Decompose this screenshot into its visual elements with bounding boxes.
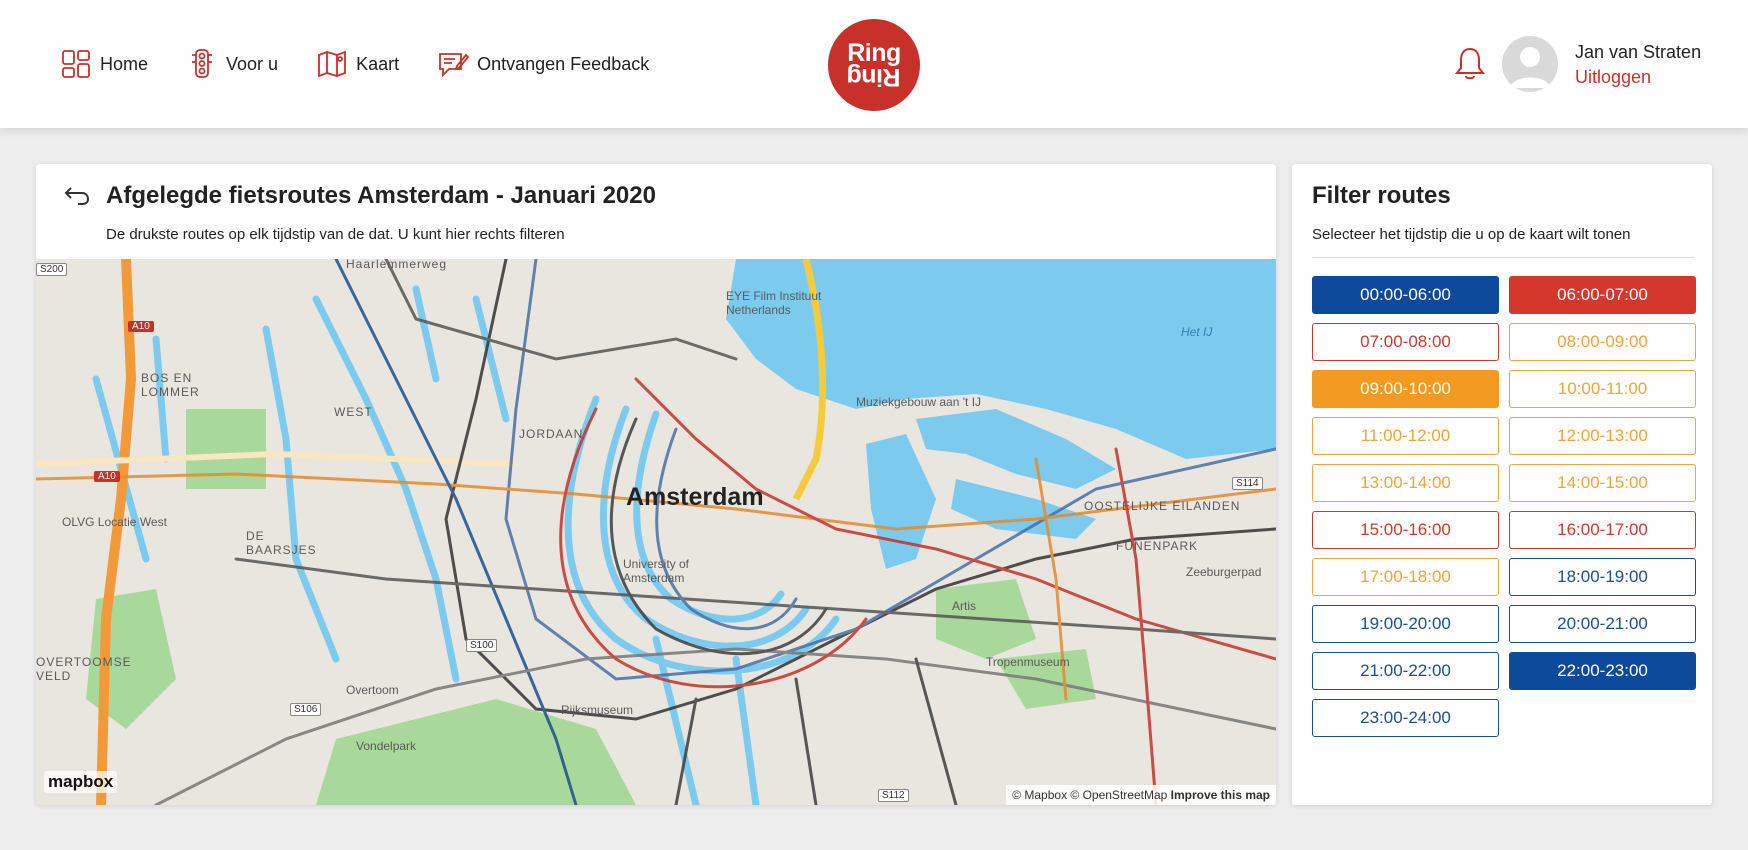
- attribution-text[interactable]: © Mapbox © OpenStreetMap: [1012, 788, 1167, 802]
- logo-text-bottom: Ring: [847, 63, 901, 91]
- time-slot-button[interactable]: 16:00-17:00: [1509, 511, 1696, 549]
- time-slot-button[interactable]: 20:00-21:00: [1509, 605, 1696, 643]
- time-slot-button[interactable]: 12:00-13:00: [1509, 417, 1696, 455]
- nav-item-home[interactable]: Home: [60, 48, 148, 80]
- ringring-logo[interactable]: Ring Ring: [828, 19, 920, 111]
- time-slot-button[interactable]: 15:00-16:00: [1312, 511, 1499, 549]
- user-info: Jan van Straten Uitloggen: [1575, 42, 1701, 88]
- time-slot-button[interactable]: 07:00-08:00: [1312, 323, 1499, 361]
- avatar[interactable]: [1502, 36, 1558, 92]
- filter-divider: [1312, 257, 1694, 258]
- time-slot-button[interactable]: 14:00-15:00: [1509, 464, 1696, 502]
- map-label-rijksmuseum: Rijksmuseum: [561, 703, 634, 717]
- map-canvas[interactable]: [36, 259, 1276, 805]
- nav-item-voor-u[interactable]: Voor u: [186, 48, 278, 80]
- time-slot-button[interactable]: 17:00-18:00: [1312, 558, 1499, 596]
- page-subtitle: De drukste routes op elk tijdstip van de…: [106, 226, 565, 243]
- mapbox-logo[interactable]: mapbox: [44, 771, 118, 793]
- time-slot-button[interactable]: 23:00-24:00: [1312, 699, 1499, 737]
- time-slot-button[interactable]: 19:00-20:00: [1312, 605, 1499, 643]
- user-name: Jan van Straten: [1575, 42, 1702, 62]
- time-slot-button[interactable]: 06:00-07:00: [1509, 276, 1696, 314]
- page-title: Afgelegde fietsroutes Amsterdam - Januar…: [106, 182, 656, 209]
- time-slot-button[interactable]: 13:00-14:00: [1312, 464, 1499, 502]
- time-slot-button[interactable]: 10:00-11:00: [1509, 370, 1696, 408]
- road-shield-s200: S200: [36, 263, 68, 276]
- map-label-artis: Artis: [952, 599, 976, 613]
- bell-icon[interactable]: [1454, 46, 1486, 82]
- map-label-overtoomse-veld: OVERTOOMSE VELD: [36, 655, 132, 683]
- nav-label-kaart: Kaart: [356, 53, 400, 74]
- route-map[interactable]: Haarlemmerweg BOS EN LOMMER WEST JORDAAN…: [36, 259, 1276, 805]
- nav-item-feedback[interactable]: Ontvangen Feedback: [437, 48, 649, 80]
- map-label-overtoom: Overtoom: [346, 683, 399, 697]
- nav-label-voor-u: Voor u: [226, 53, 279, 74]
- map-icon: [318, 50, 346, 78]
- time-slot-button[interactable]: 21:00-22:00: [1312, 652, 1499, 690]
- nav-item-kaart[interactable]: Kaart: [316, 48, 399, 80]
- map-label-de-baarsjes: DE BAARSJES: [246, 529, 317, 557]
- map-label-tropenmuseum: Tropenmuseum: [986, 655, 1070, 669]
- map-label-eye: EYE Film Instituut Netherlands: [726, 289, 822, 317]
- map-label-vondelpark: Vondelpark: [356, 739, 417, 753]
- back-arrow-icon[interactable]: [62, 182, 92, 208]
- top-navigation-bar: Home Voor u Kaart Ontvangen Feedback Rin…: [0, 0, 1748, 128]
- map-label-olvg: OLVG Locatie West: [62, 515, 167, 529]
- map-label-funenpark: FUNENPARK: [1116, 539, 1199, 553]
- time-slot-button[interactable]: 08:00-09:00: [1509, 323, 1696, 361]
- home-grid-icon: [62, 50, 90, 78]
- map-label-haarlemmerweg: Haarlemmerweg: [346, 259, 448, 271]
- map-label-jordaan: JORDAAN: [519, 427, 584, 441]
- map-label-oostelijke-eilanden: OOSTELIJKE EILANDEN: [1084, 499, 1241, 513]
- time-slot-grid: 00:00-06:00 06:00-07:00 07:00-08:00 08:00-0…: [1312, 276, 1696, 737]
- user-silhouette-icon: [1510, 47, 1550, 88]
- road-shield-s112: S112: [878, 789, 909, 802]
- map-label-bos-en-lommer: BOS EN LOMMER: [141, 371, 200, 399]
- map-city-label: Amsterdam: [626, 483, 764, 511]
- filter-title: Filter routes: [1312, 182, 1451, 209]
- time-slot-button[interactable]: 22:00-23:00: [1509, 652, 1696, 690]
- road-shield-s100: S100: [466, 639, 498, 652]
- time-slot-button[interactable]: 11:00-12:00: [1312, 417, 1499, 455]
- road-shield-a10-north: A10: [128, 321, 154, 332]
- main-nav: Home Voor u Kaart Ontvangen Feedback: [60, 44, 687, 84]
- filter-panel: Filter routes Selecteer het tijdstip die…: [1292, 164, 1712, 805]
- map-label-zeeburgerpad: Zeeburgerpad: [1186, 565, 1262, 579]
- road-shield-s114: S114: [1232, 477, 1263, 490]
- traffic-light-icon: [192, 49, 213, 78]
- routes-card: Afgelegde fietsroutes Amsterdam - Januar…: [36, 164, 1276, 805]
- logo-text-top: Ring: [847, 39, 901, 67]
- time-slot-button[interactable]: 00:00-06:00: [1312, 276, 1499, 314]
- map-label-het-ij: Het IJ: [1181, 325, 1213, 339]
- nav-label-feedback: Ontvangen Feedback: [477, 53, 650, 74]
- filter-subtitle: Selecteer het tijdstip die u op de kaart…: [1312, 226, 1631, 243]
- feedback-icon: [439, 53, 470, 78]
- nav-label-home: Home: [100, 53, 149, 74]
- road-shield-s106: S106: [290, 703, 322, 716]
- map-label-university: University of Amsterdam: [623, 557, 690, 585]
- map-label-muziekgebouw: Muziekgebouw aan 't IJ: [856, 395, 982, 409]
- improve-map-link[interactable]: Improve this map: [1171, 788, 1270, 802]
- logout-link[interactable]: Uitloggen: [1575, 67, 1701, 88]
- map-label-west: WEST: [334, 405, 373, 419]
- time-slot-button[interactable]: 09:00-10:00: [1312, 370, 1499, 408]
- time-slot-button[interactable]: 18:00-19:00: [1509, 558, 1696, 596]
- map-attribution: © Mapbox © OpenStreetMap Improve this ma…: [1006, 785, 1276, 805]
- road-shield-a10-south: A10: [94, 471, 120, 482]
